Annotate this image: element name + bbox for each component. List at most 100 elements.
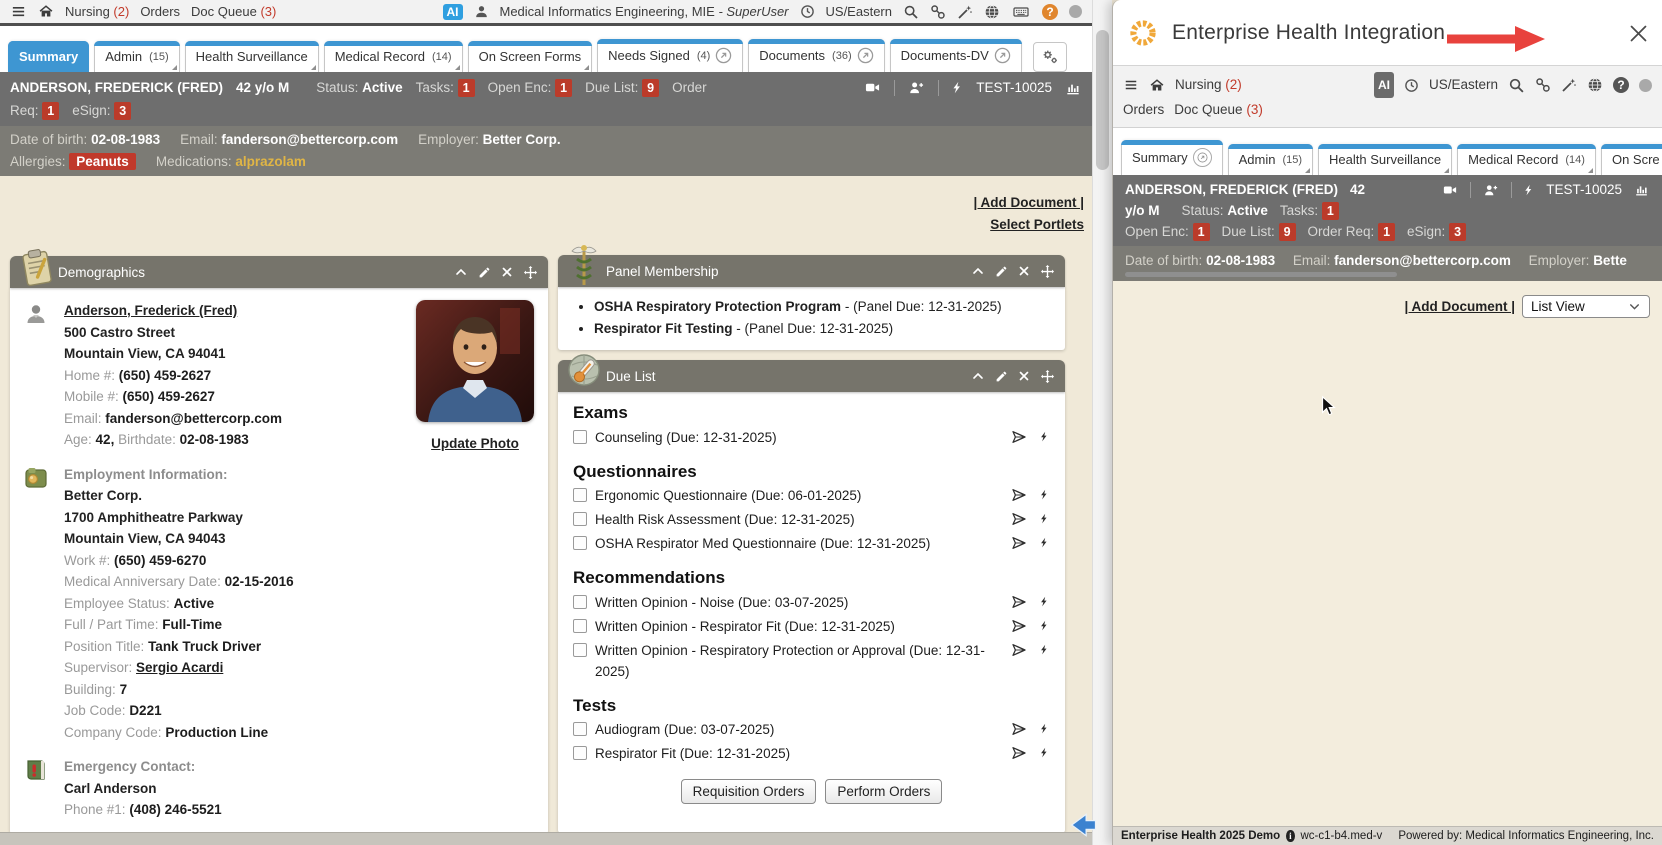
chart-id[interactable]: TEST-10025 <box>1546 179 1622 200</box>
due-item-checkbox[interactable] <box>573 722 587 736</box>
add-person-icon[interactable] <box>1482 183 1500 197</box>
patient-tasks[interactable]: Tasks: 1 <box>1280 200 1339 221</box>
external-link-icon[interactable] <box>857 47 874 64</box>
update-photo-link[interactable]: Update Photo <box>431 436 519 451</box>
send-order-icon[interactable] <box>1011 745 1027 761</box>
supervisor-link[interactable]: Sergio Acardi <box>136 660 223 675</box>
nav-orders[interactable]: Orders <box>140 4 180 19</box>
panel-membership-header[interactable]: Panel Membership <box>558 255 1065 287</box>
collapse-icon[interactable] <box>454 266 468 278</box>
patient-esign[interactable]: eSign: 3 <box>1407 221 1466 242</box>
perform-bolt-icon[interactable] <box>1039 745 1050 760</box>
edit-icon[interactable] <box>995 370 1008 383</box>
globe-icon[interactable] <box>1587 77 1603 93</box>
perform-bolt-icon[interactable] <box>1039 535 1050 550</box>
add-document-link[interactable]: | Add Document | <box>1404 299 1515 314</box>
patient-due-list[interactable]: Due List: 9 <box>1222 221 1296 242</box>
view-mode-select[interactable]: List View <box>1522 295 1650 318</box>
home-icon[interactable] <box>1149 78 1165 93</box>
tab-admin[interactable]: Admin(15) <box>1228 144 1313 175</box>
due-list-count-badge[interactable]: 9 <box>1279 223 1296 241</box>
allergy-badge[interactable]: Peanuts <box>69 153 136 170</box>
patient-order-req[interactable]: Order Req: 1 <box>1308 221 1396 242</box>
home-icon[interactable] <box>38 4 54 19</box>
allergies-field[interactable]: Allergies: Peanuts <box>10 151 136 173</box>
esign-count-badge[interactable]: 3 <box>1449 223 1466 241</box>
due-list-header[interactable]: Due List <box>558 360 1065 392</box>
patient-tasks[interactable]: Tasks: 1 <box>416 76 475 99</box>
keyboard-icon[interactable] <box>1011 4 1031 20</box>
collapse-icon[interactable] <box>971 265 985 277</box>
send-order-icon[interactable] <box>1011 642 1027 658</box>
perform-bolt-icon[interactable] <box>1039 429 1050 444</box>
horizontal-scrollbar-thumb[interactable] <box>1125 272 1397 277</box>
move-icon[interactable] <box>1040 369 1055 384</box>
due-item-checkbox[interactable] <box>573 536 587 550</box>
send-order-icon[interactable] <box>1011 535 1027 551</box>
esign-count-badge[interactable]: 3 <box>114 102 131 120</box>
vertical-scrollbar[interactable] <box>1092 0 1112 845</box>
due-item-checkbox[interactable] <box>573 746 587 760</box>
tab-documents-dv[interactable]: Documents-DV <box>890 39 1022 72</box>
due-item-checkbox[interactable] <box>573 512 587 526</box>
bottom-scroll-strip[interactable] <box>0 832 1092 845</box>
tab-documents[interactable]: Documents(36) <box>748 39 884 72</box>
globe-icon[interactable] <box>984 4 1000 20</box>
tab-health-surveillance[interactable]: Health Surveillance <box>1318 144 1452 175</box>
send-order-icon[interactable] <box>1011 487 1027 503</box>
perform-bolt-icon[interactable] <box>1039 594 1050 609</box>
tasks-count-badge[interactable]: 1 <box>458 79 475 97</box>
patient-due-list[interactable]: Due List: 9 <box>585 76 659 99</box>
due-item-checkbox[interactable] <box>573 430 587 444</box>
perform-bolt-icon[interactable] <box>1039 487 1050 502</box>
open-enc-count-badge[interactable]: 1 <box>555 79 572 97</box>
collapse-panel-button[interactable] <box>1068 810 1098 840</box>
nav-nursing[interactable]: Nursing (2) <box>65 4 129 19</box>
nav-doc-queue[interactable]: Doc Queue (3) <box>1174 98 1263 122</box>
nav-orders[interactable]: Orders <box>1123 98 1164 122</box>
tab-on-screen-forms[interactable]: On Screen Forms <box>468 41 593 72</box>
tab-admin[interactable]: Admin(15) <box>94 41 179 72</box>
order-req-count-badge[interactable]: 1 <box>1378 223 1395 241</box>
tab-medical-record[interactable]: Medical Record(14) <box>324 41 463 72</box>
external-link-icon[interactable] <box>1193 148 1212 167</box>
chart-stats-icon[interactable] <box>1064 80 1082 96</box>
search-icon[interactable] <box>1508 77 1525 94</box>
tab-settings-button[interactable] <box>1033 42 1067 72</box>
send-order-icon[interactable] <box>1011 594 1027 610</box>
select-portlets-link[interactable]: Select Portlets <box>990 217 1084 232</box>
move-icon[interactable] <box>523 265 538 280</box>
wand-icon[interactable] <box>957 4 973 20</box>
quick-action-bolt-icon[interactable] <box>1523 183 1535 197</box>
send-order-icon[interactable] <box>1011 429 1027 445</box>
open-enc-count-badge[interactable]: 1 <box>1193 223 1210 241</box>
close-icon[interactable] <box>1018 370 1030 382</box>
perform-orders-button[interactable]: Perform Orders <box>825 779 942 804</box>
chart-stats-icon[interactable] <box>1633 182 1650 197</box>
send-order-icon[interactable] <box>1011 618 1027 634</box>
ai-badge[interactable]: AI <box>1374 72 1394 98</box>
send-order-icon[interactable] <box>1011 511 1027 527</box>
due-item-checkbox[interactable] <box>573 488 587 502</box>
menu-icon[interactable] <box>1123 78 1139 92</box>
video-camera-icon[interactable] <box>1441 183 1459 197</box>
current-user[interactable]: Medical Informatics Engineering, MIE - S… <box>500 4 789 19</box>
due-item-checkbox[interactable] <box>573 619 587 633</box>
requisition-orders-button[interactable]: Requisition Orders <box>681 779 817 804</box>
due-item-checkbox[interactable] <box>573 643 587 657</box>
edit-icon[interactable] <box>478 266 491 279</box>
tab-needs-signed[interactable]: Needs Signed(4) <box>597 39 743 72</box>
add-person-icon[interactable] <box>907 80 926 95</box>
perform-bolt-icon[interactable] <box>1039 511 1050 526</box>
order-req-count-badge[interactable]: 1 <box>42 102 59 120</box>
menu-icon[interactable] <box>10 4 27 19</box>
tasks-count-badge[interactable]: 1 <box>1322 202 1339 220</box>
chart-id[interactable]: TEST-10025 <box>976 76 1052 99</box>
perform-bolt-icon[interactable] <box>1039 721 1050 736</box>
ai-badge[interactable]: AI <box>443 4 463 20</box>
patient-open-enc[interactable]: Open Enc: 1 <box>1125 221 1210 242</box>
demographics-portlet-header[interactable]: Demographics <box>10 256 548 288</box>
tab-summary[interactable]: Summary <box>8 41 89 72</box>
help-icon[interactable]: ? <box>1613 77 1629 93</box>
link-icon[interactable] <box>930 4 946 20</box>
